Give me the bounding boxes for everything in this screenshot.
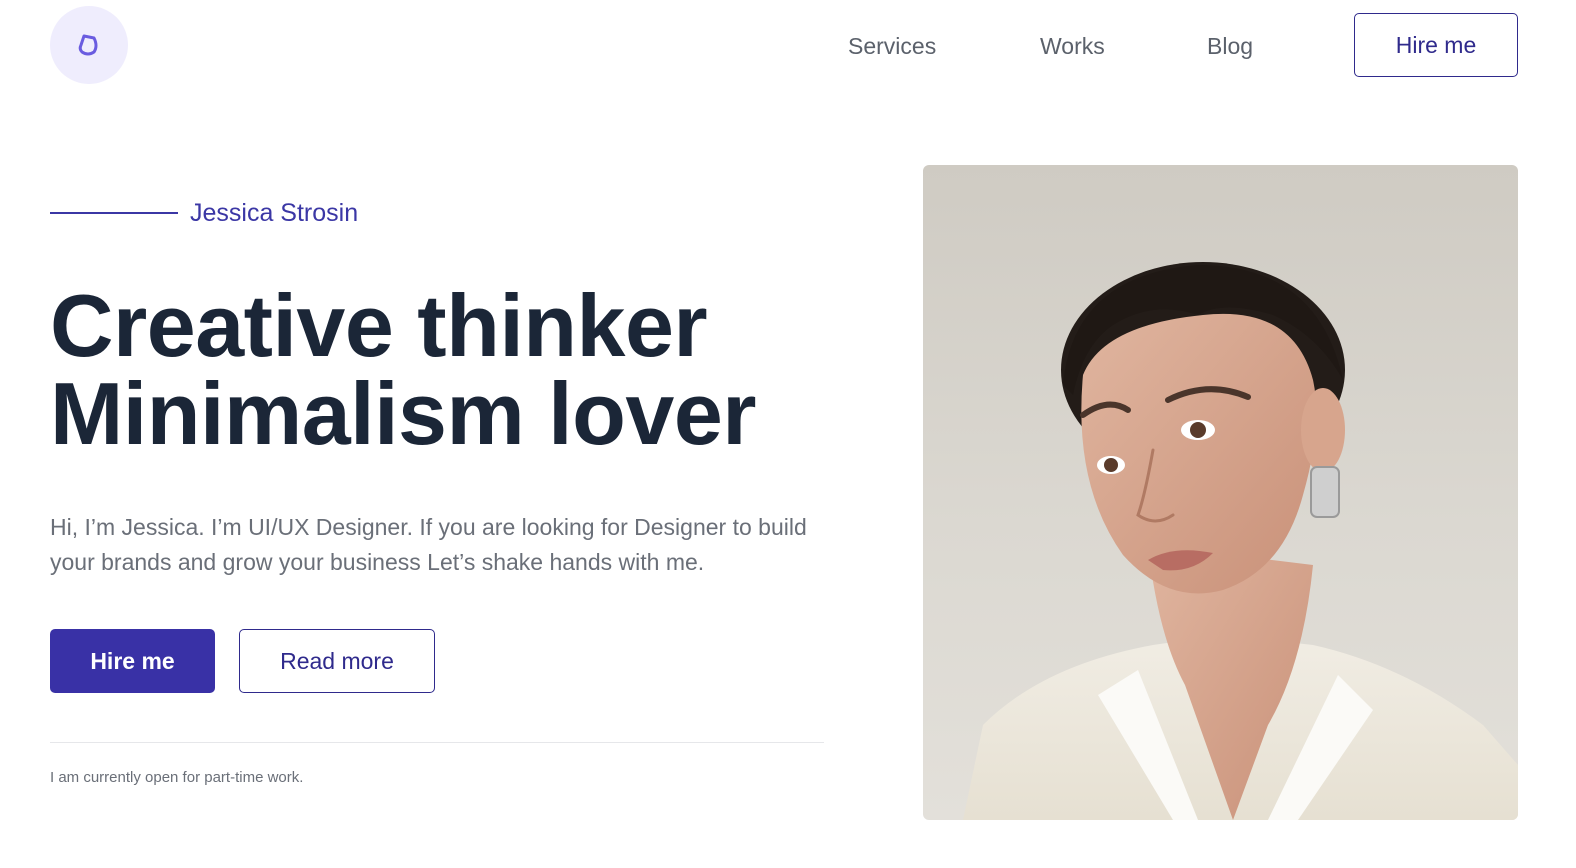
designer-name: Jessica Strosin xyxy=(190,199,359,227)
logo[interactable] xyxy=(50,6,128,84)
nav-services[interactable]: Services xyxy=(848,30,936,62)
droplet-logo-icon xyxy=(78,34,98,56)
nav-works[interactable]: Works xyxy=(1040,30,1105,62)
hero-intro: Hi, I’m Jessica. I’m UI/UX Designer. If … xyxy=(50,514,807,575)
nav-blog[interactable]: Blog xyxy=(1207,30,1253,62)
portrait-illustration xyxy=(963,262,1518,820)
read-more-button[interactable]: Read more xyxy=(239,629,435,693)
headline-line-1: Creative thinker xyxy=(50,276,708,375)
hire-me-button[interactable]: Hire me xyxy=(50,629,215,693)
eyebrow-divider xyxy=(50,212,178,214)
availability-note: I am currently open for part-time work. xyxy=(50,769,304,786)
portrait-image xyxy=(923,165,1518,820)
hero-headline: Creative thinker Minimalism lover xyxy=(50,276,757,463)
headline-line-2: Minimalism lover xyxy=(50,364,757,463)
hero-divider xyxy=(50,742,824,743)
landing-page: Services Works Blog Hire me Jessica Stro… xyxy=(0,0,1576,868)
header-hire-button[interactable]: Hire me xyxy=(1354,13,1518,77)
